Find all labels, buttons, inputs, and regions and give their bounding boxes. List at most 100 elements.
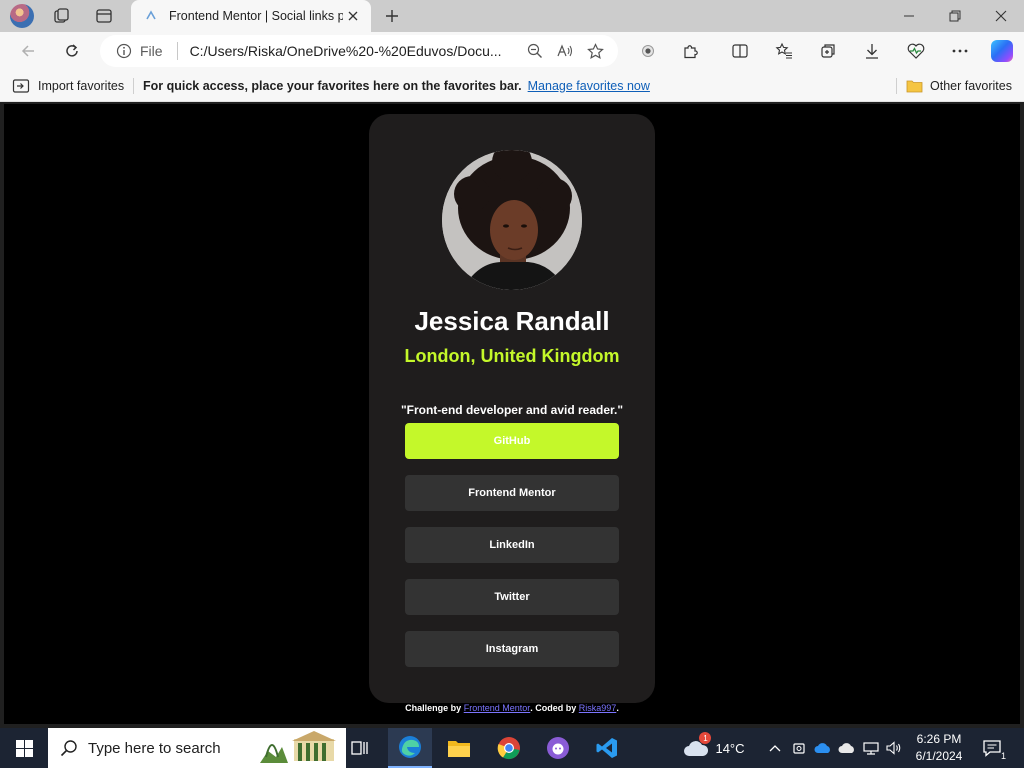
tray-onedrive-blue[interactable] — [812, 728, 834, 768]
taskbar-edge[interactable] — [388, 728, 432, 768]
task-view-icon — [351, 741, 368, 755]
weather-widget[interactable]: 1 14°C — [678, 728, 750, 768]
split-screen-icon — [732, 44, 748, 58]
chevron-up-icon — [769, 745, 781, 752]
favorites-hint-text: For quick access, place your favorites h… — [143, 79, 522, 93]
profile-avatar-icon — [10, 4, 34, 28]
settings-menu-button[interactable] — [944, 35, 976, 67]
task-view-button[interactable] — [338, 728, 382, 768]
github-link-button[interactable]: GitHub — [405, 423, 619, 459]
vscode-icon — [596, 738, 617, 758]
favorites-button[interactable] — [768, 35, 800, 67]
profile-bio: "Front-end developer and avid reader." — [400, 403, 624, 417]
tab-active[interactable]: Frontend Mentor | Social links pr — [131, 0, 371, 32]
back-arrow-icon — [21, 45, 34, 57]
tray-volume[interactable] — [884, 728, 904, 768]
copilot-icon — [991, 40, 1013, 62]
favbar-divider-right — [896, 78, 897, 94]
workspaces-button[interactable] — [46, 0, 78, 32]
zoom-button[interactable] — [520, 37, 550, 65]
import-favorites-button[interactable]: Import favorites — [12, 70, 124, 102]
tray-onedrive-white[interactable] — [836, 728, 858, 768]
taskbar-vscode[interactable] — [585, 728, 629, 768]
frontend-mentor-link-button[interactable]: Frontend Mentor — [405, 475, 619, 511]
minimize-icon — [904, 15, 914, 17]
attribution-suffix: . — [616, 703, 619, 713]
taskbar-chrome[interactable] — [487, 728, 531, 768]
manage-favorites-link[interactable]: Manage favorites now — [528, 79, 650, 93]
tab-close-icon[interactable] — [343, 6, 363, 26]
clock-time: 6:26 PM — [916, 732, 962, 746]
download-icon — [866, 44, 878, 59]
refresh-icon — [66, 44, 78, 57]
profile-name: Jessica Randall — [414, 306, 610, 336]
folder-icon — [906, 80, 923, 93]
url-text[interactable]: C:/Users/Riska/OneDrive%20-%20Eduvos/Doc… — [190, 43, 520, 59]
site-info-button[interactable]: File — [116, 43, 163, 59]
read-aloud-button[interactable] — [550, 37, 580, 65]
camera-icon — [793, 743, 805, 754]
read-aloud-icon — [557, 44, 573, 57]
profile-avatar — [442, 150, 582, 290]
notification-center-button[interactable]: 1 — [982, 738, 1006, 761]
plus-icon — [386, 10, 398, 22]
favorites-list-icon — [775, 42, 792, 59]
split-screen-button[interactable] — [724, 35, 756, 67]
browser-essentials-button[interactable] — [900, 35, 932, 67]
linkedin-link-button[interactable]: LinkedIn — [405, 527, 619, 563]
search-highlight-icon — [258, 729, 338, 768]
import-icon — [12, 79, 30, 93]
profile-card: Jessica Randall London, United Kingdom "… — [369, 114, 655, 703]
weather-badge: 1 — [699, 732, 712, 744]
puzzle-icon — [684, 45, 698, 59]
favorites-bar: Import favorites For quick access, place… — [0, 70, 1024, 102]
collections-button[interactable] — [812, 35, 844, 67]
collections-icon — [821, 44, 835, 58]
copilot-button[interactable] — [986, 35, 1018, 67]
taskbar-clock[interactable]: 6:26 PM 6/1/2024 — [908, 731, 970, 765]
author-link[interactable]: Riska997 — [579, 703, 617, 713]
instagram-link-button[interactable]: Instagram — [405, 631, 619, 667]
site-favicon-icon — [143, 8, 159, 24]
taskbar-github-desktop[interactable] — [536, 728, 580, 768]
folder-icon — [448, 741, 470, 757]
restore-button[interactable] — [932, 0, 978, 32]
edge-icon — [399, 736, 421, 758]
minimize-button[interactable] — [886, 0, 932, 32]
taskbar-file-explorer[interactable] — [437, 728, 481, 768]
extension-record-button[interactable] — [632, 35, 664, 67]
address-bar[interactable]: File C:/Users/Riska/OneDrive%20-%20Eduvo… — [100, 35, 618, 67]
notification-count: 1 — [1000, 751, 1006, 761]
onedrive-icon — [814, 743, 830, 753]
refresh-button[interactable] — [56, 35, 88, 67]
profile-location: London, United Kingdom — [404, 346, 620, 366]
profile-button[interactable] — [6, 0, 38, 32]
notification-icon — [983, 740, 1001, 757]
tray-meet-now[interactable] — [788, 728, 810, 768]
challenge-link[interactable]: Frontend Mentor — [464, 703, 531, 713]
star-icon — [586, 42, 604, 59]
start-button[interactable] — [0, 728, 48, 768]
browser-toolbar: File C:/Users/Riska/OneDrive%20-%20Eduvo… — [0, 32, 1024, 70]
import-favorites-label: Import favorites — [38, 79, 125, 93]
extensions-button[interactable] — [675, 35, 707, 67]
downloads-button[interactable] — [856, 35, 888, 67]
show-hidden-icons-button[interactable] — [764, 728, 786, 768]
new-tab-button[interactable] — [378, 2, 406, 30]
taskbar-search[interactable]: Type here to search — [48, 728, 346, 768]
twitter-link-button[interactable]: Twitter — [405, 579, 619, 615]
zoom-out-icon — [527, 43, 542, 58]
page-viewport: Jessica Randall London, United Kingdom "… — [4, 104, 1020, 724]
tray-network[interactable] — [860, 728, 882, 768]
weather-temp: 14°C — [715, 740, 745, 756]
chrome-icon — [497, 737, 520, 760]
search-icon — [60, 740, 77, 757]
close-window-button[interactable] — [978, 0, 1024, 32]
attribution: Challenge by Frontend Mentor. Coded by R… — [4, 703, 1020, 713]
favorite-star-button[interactable] — [580, 37, 610, 65]
other-favorites-button[interactable]: Other favorites — [906, 70, 1012, 102]
onedrive-personal-icon — [838, 743, 854, 753]
tab-actions-button[interactable] — [88, 0, 120, 32]
back-button[interactable] — [12, 35, 44, 67]
cloud-icon: 1 — [683, 732, 712, 758]
